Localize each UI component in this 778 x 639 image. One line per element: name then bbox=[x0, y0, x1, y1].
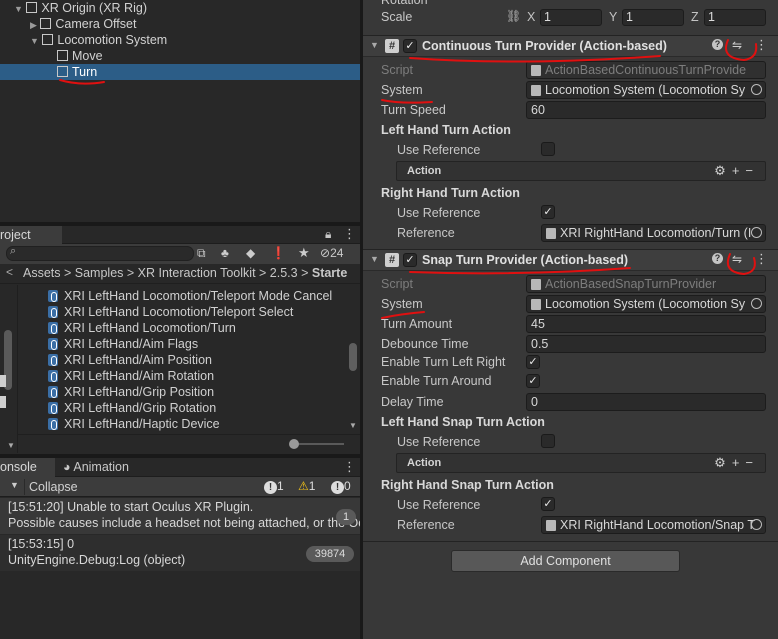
annotation-overlay bbox=[59, 39, 758, 319]
annotation-underline-turn bbox=[59, 79, 105, 85]
annotation-underline-snap-system bbox=[381, 311, 425, 319]
annotation-circle-continuous-presets bbox=[725, 39, 758, 62]
annotation-underline-continuous-system bbox=[381, 99, 433, 104]
annotation-underline-snap-title bbox=[409, 267, 631, 275]
annotation-underline-continuous-title bbox=[409, 55, 661, 63]
annotation-circle-snap-presets bbox=[726, 253, 756, 276]
